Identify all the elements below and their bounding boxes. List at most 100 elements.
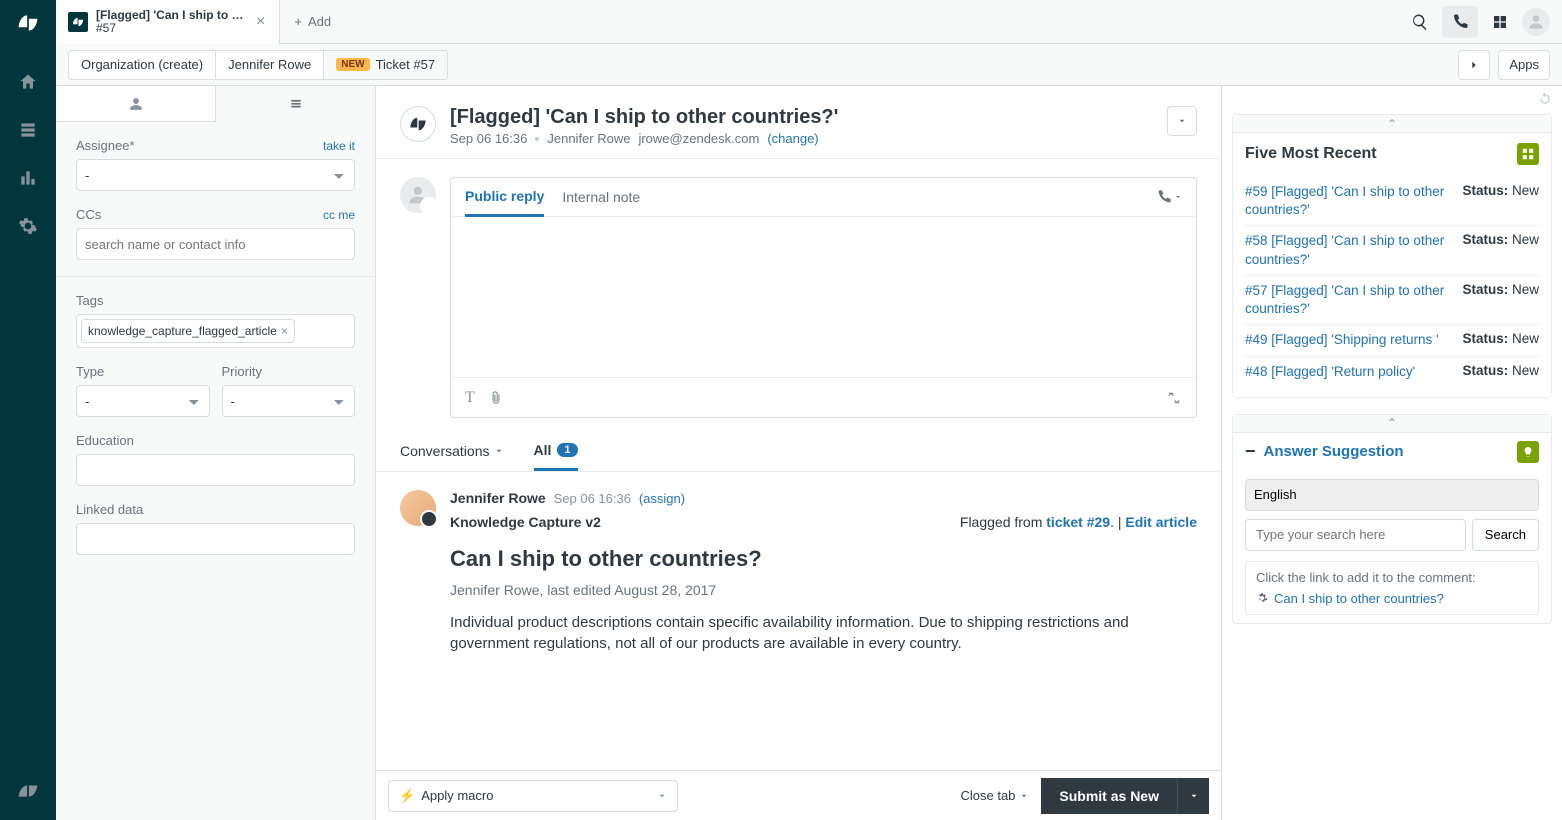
footer-bar: ⚡Apply macro Close tab Submit as New bbox=[376, 770, 1221, 820]
recent-ticket-link[interactable]: #57 [Flagged] 'Can I ship to other count… bbox=[1245, 282, 1452, 318]
zendesk-logo-icon bbox=[17, 12, 39, 34]
recent-ticket-link[interactable]: #59 [Flagged] 'Can I ship to other count… bbox=[1245, 183, 1452, 219]
subbar: Organization (create) Jennifer Rowe NEW … bbox=[56, 44, 1562, 86]
chevron-down-icon bbox=[1019, 791, 1029, 801]
type-select[interactable]: - bbox=[76, 385, 210, 417]
submit-dropdown[interactable] bbox=[1177, 778, 1209, 814]
reply-textarea[interactable] bbox=[451, 217, 1196, 377]
assignee-select[interactable]: - bbox=[76, 159, 355, 191]
knowledge-capture-title: Knowledge Capture v2 bbox=[450, 514, 601, 530]
breadcrumb-user[interactable]: Jennifer Rowe bbox=[216, 51, 324, 79]
ticket-link[interactable]: ticket #29 bbox=[1046, 514, 1110, 530]
public-reply-tab[interactable]: Public reply bbox=[465, 178, 544, 217]
priority-select[interactable]: - bbox=[222, 385, 356, 417]
article-meta: Jennifer Rowe, last edited August 28, 20… bbox=[450, 582, 1197, 598]
nav-home[interactable] bbox=[0, 58, 56, 106]
breadcrumb-org[interactable]: Organization (create) bbox=[69, 51, 216, 79]
cc-me-link[interactable]: cc me bbox=[323, 208, 355, 222]
ticket-header: [Flagged] 'Can I ship to other countries… bbox=[376, 86, 1221, 159]
recent-ticket-status: Status: New bbox=[1462, 363, 1539, 381]
commenter-avatar bbox=[400, 490, 436, 526]
all-conversations-tab[interactable]: All 1 bbox=[534, 442, 578, 471]
recent-ticket-link[interactable]: #58 [Flagged] 'Can I ship to other count… bbox=[1245, 232, 1452, 268]
refresh-icon[interactable] bbox=[1538, 92, 1552, 106]
zendesk-footer-icon bbox=[16, 780, 40, 820]
search-icon[interactable] bbox=[1402, 6, 1438, 38]
expand-icon[interactable] bbox=[1166, 391, 1182, 405]
suggestion-hint: Click the link to add it to the comment: bbox=[1256, 570, 1528, 585]
ticket-tab-icon bbox=[68, 12, 88, 32]
recent-ticket-status: Status: New bbox=[1462, 282, 1539, 318]
collapse-recent[interactable]: ⌃ bbox=[1233, 115, 1551, 133]
bolt-icon: ⚡ bbox=[399, 788, 415, 804]
ticket-requester: Jennifer Rowe bbox=[547, 131, 630, 146]
sidenav bbox=[0, 0, 56, 820]
tag-remove-icon[interactable]: × bbox=[281, 324, 288, 338]
suggestion-search-input[interactable] bbox=[1245, 519, 1466, 551]
answer-suggestion-title[interactable]: Answer Suggestion bbox=[1264, 443, 1509, 460]
conversations-dropdown[interactable]: Conversations bbox=[400, 443, 504, 471]
breadcrumb-ticket[interactable]: NEW Ticket #57 bbox=[324, 51, 447, 79]
call-dropdown[interactable] bbox=[1156, 189, 1182, 205]
recent-title: Five Most Recent bbox=[1245, 145, 1377, 163]
recent-ticket-link[interactable]: #48 [Flagged] 'Return policy' bbox=[1245, 363, 1452, 381]
change-requester-link[interactable]: (change) bbox=[767, 131, 818, 146]
edit-article-link[interactable]: Edit article bbox=[1125, 514, 1197, 530]
education-label: Education bbox=[76, 433, 355, 448]
bulb-icon bbox=[1517, 441, 1539, 463]
chevron-down-icon bbox=[657, 791, 667, 801]
submit-button[interactable]: Submit as New bbox=[1041, 778, 1177, 814]
priority-label: Priority bbox=[222, 364, 356, 379]
nav-views[interactable] bbox=[0, 106, 56, 154]
add-tab-button[interactable]: + Add bbox=[280, 14, 345, 29]
commenter-name: Jennifer Rowe bbox=[450, 490, 546, 506]
ccs-input[interactable] bbox=[76, 228, 355, 260]
apply-macro-button[interactable]: ⚡Apply macro bbox=[388, 780, 678, 812]
tab-label: [Flagged] 'Can I ship to o... #57 bbox=[96, 9, 246, 35]
ticket-email: jrowe@zendesk.com bbox=[638, 131, 759, 146]
language-select[interactable]: English bbox=[1245, 479, 1539, 511]
ticket-actions-dropdown[interactable] bbox=[1167, 106, 1197, 136]
apps-grid-icon[interactable] bbox=[1482, 6, 1518, 38]
recent-ticket-status: Status: New bbox=[1462, 183, 1539, 219]
user-avatar[interactable] bbox=[1522, 8, 1550, 36]
take-it-link[interactable]: take it bbox=[323, 139, 355, 153]
nav-admin[interactable] bbox=[0, 202, 56, 250]
tag-chip: knowledge_capture_flagged_article × bbox=[81, 319, 295, 343]
collapse-suggestion[interactable]: ⌃ bbox=[1233, 415, 1551, 433]
ccs-label: CCs bbox=[76, 207, 101, 222]
chevron-down-icon bbox=[494, 446, 504, 456]
phone-icon[interactable] bbox=[1442, 6, 1478, 38]
tab-close-icon[interactable]: × bbox=[254, 13, 267, 31]
ticket-fields-panel: Assignee* take it - CCs cc me bbox=[56, 86, 376, 820]
channel-icon bbox=[400, 106, 436, 142]
linked-data-input[interactable] bbox=[76, 523, 355, 555]
suggestion-link[interactable]: Can I ship to other countries? bbox=[1274, 591, 1444, 606]
text-format-icon[interactable]: T bbox=[465, 389, 475, 407]
apps-button[interactable]: Apps bbox=[1498, 50, 1550, 80]
suggestion-search-button[interactable]: Search bbox=[1472, 519, 1539, 551]
ticket-tab[interactable]: [Flagged] 'Can I ship to o... #57 × bbox=[56, 0, 280, 44]
close-tab-button[interactable]: Close tab bbox=[960, 788, 1029, 803]
recent-ticket-link[interactable]: #49 [Flagged] 'Shipping returns ' bbox=[1245, 331, 1452, 349]
ticket-title: [Flagged] 'Can I ship to other countries… bbox=[450, 106, 1153, 129]
new-badge: NEW bbox=[336, 58, 369, 71]
type-label: Type bbox=[76, 364, 210, 379]
recent-ticket-status: Status: New bbox=[1462, 331, 1539, 349]
internal-note-tab[interactable]: Internal note bbox=[562, 179, 640, 215]
comment-time: Sep 06 16:36 bbox=[554, 491, 631, 506]
assign-link[interactable]: (assign) bbox=[639, 491, 685, 506]
recent-ticket-item: #58 [Flagged] 'Can I ship to other count… bbox=[1245, 226, 1539, 275]
user-tab[interactable] bbox=[56, 86, 216, 121]
minimize-icon[interactable]: − bbox=[1245, 441, 1256, 462]
topbar: [Flagged] 'Can I ship to o... #57 × + Ad… bbox=[56, 0, 1562, 44]
education-input[interactable] bbox=[76, 454, 355, 486]
next-ticket-button[interactable] bbox=[1458, 50, 1490, 80]
ticket-tab-panel[interactable] bbox=[216, 86, 375, 122]
attachment-icon[interactable] bbox=[489, 390, 503, 406]
recent-ticket-item: #49 [Flagged] 'Shipping returns ' Status:… bbox=[1245, 325, 1539, 356]
recent-ticket-status: Status: New bbox=[1462, 232, 1539, 268]
gear-icon[interactable] bbox=[1256, 592, 1268, 604]
plus-icon: + bbox=[294, 14, 302, 29]
nav-reporting[interactable] bbox=[0, 154, 56, 202]
